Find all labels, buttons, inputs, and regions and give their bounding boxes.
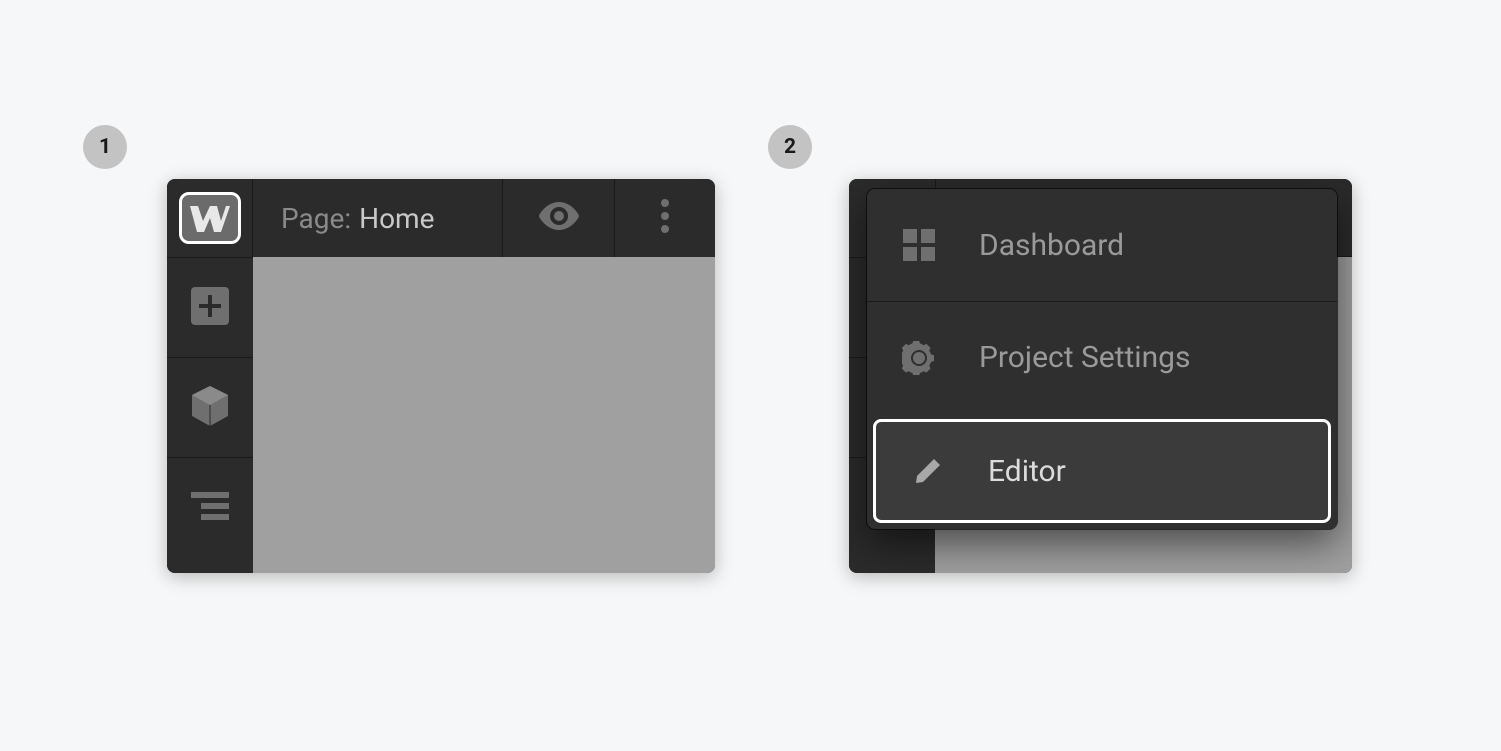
step-badge-2: 2 [768,125,812,169]
page-label-name: Home [359,202,434,235]
pencil-icon [910,456,946,486]
screenshot-panel-1: Page: Home [167,179,715,573]
navigator-icon [191,492,229,524]
menu-item-label: Project Settings [979,340,1303,375]
gear-icon [901,341,937,375]
step-badge-1: 1 [83,125,127,169]
plus-icon [191,287,229,329]
page-label-prefix: Page: [281,202,351,235]
webflow-main-menu: Dashboard Project Settings Editor [867,189,1337,529]
screenshot-panel-2: Dashboard Project Settings Editor [849,179,1352,573]
page-selector[interactable]: Page: Home [253,179,503,257]
designer-topbar: Page: Home [167,179,715,257]
menu-item-label: Editor [988,454,1294,489]
sidebar-symbols-button[interactable] [167,357,253,457]
menu-item-project-settings[interactable]: Project Settings [867,301,1337,413]
dashboard-icon [901,229,937,261]
sidebar-navigator-button[interactable] [167,457,253,557]
menu-item-dashboard[interactable]: Dashboard [867,189,1337,301]
kebab-icon [660,198,670,238]
webflow-logo-icon [179,192,241,244]
more-menu-button[interactable] [615,179,715,257]
sidebar-add-button[interactable] [167,257,253,357]
eye-icon [538,202,580,234]
preview-button[interactable] [503,179,615,257]
left-sidebar [167,257,253,573]
cube-icon [190,385,230,431]
webflow-logo-button[interactable] [167,179,253,257]
menu-item-label: Dashboard [979,228,1303,263]
designer-canvas[interactable] [253,257,715,573]
menu-item-editor[interactable]: Editor [873,419,1331,523]
